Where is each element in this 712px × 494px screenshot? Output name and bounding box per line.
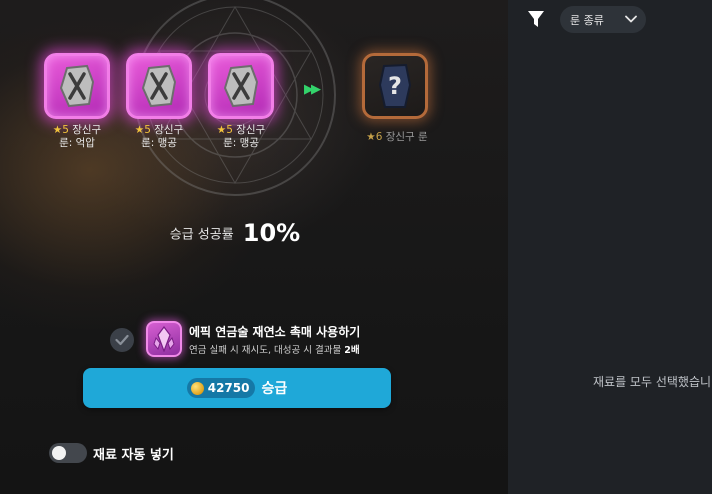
toggle-knob — [52, 446, 66, 460]
auto-fill-toggle[interactable] — [49, 443, 87, 463]
double-arrow-icon: ▶▶ — [304, 82, 321, 97]
success-rate-label: 승급 성공률 — [169, 227, 234, 243]
auto-fill-label: 재료 자동 넣기 — [93, 448, 174, 463]
material-slot-1[interactable] — [44, 53, 110, 119]
catalyst-desc-text: 연금 실패 시 재시도, 대성공 시 결과물 — [189, 345, 345, 356]
rune-name: 룬: 맹공 — [141, 137, 177, 149]
success-rate: 승급 성공률 10% — [0, 219, 470, 247]
catalyst-desc-multiplier: 2배 — [344, 345, 360, 356]
catalyst-description: 연금 실패 시 재시도, 대성공 시 결과물 2배 — [189, 342, 360, 356]
material-caption-2: ★5 장신구 룬: 맹공 — [124, 124, 194, 150]
result-slot: ? — [362, 53, 428, 119]
rune-stone-icon — [223, 64, 259, 108]
gold-coin-icon — [190, 381, 204, 395]
material-slot-3[interactable] — [208, 53, 274, 119]
material-caption-1: ★5 장신구 룬: 억압 — [42, 124, 112, 150]
star-rating: ★5 — [52, 124, 69, 136]
material-caption-3: ★5 장신구 룬: 맹공 — [206, 124, 276, 150]
star-rating: ★6 — [366, 131, 383, 143]
result-caption: ★6 장신구 룬 — [360, 131, 434, 144]
empty-state-message: 재료를 모두 선택했습니다 — [593, 375, 712, 389]
price-pill: 42750 — [186, 378, 256, 398]
right-panel-content: 재료를 모두 선택했습니다 — [508, 0, 712, 494]
result-rune-name: 장신구 룬 — [385, 131, 428, 143]
rune-stone-icon — [141, 64, 177, 108]
material-slot-2[interactable] — [126, 53, 192, 119]
star-rating: ★5 — [216, 124, 233, 136]
rune-category: 장신구 — [72, 124, 102, 136]
upgrade-button-label: 승급 — [261, 381, 288, 397]
rune-category: 장신구 — [236, 124, 266, 136]
rune-stone-icon — [59, 64, 95, 108]
upgrade-cost: 42750 — [207, 381, 250, 395]
crystal-icon — [153, 326, 175, 352]
star-rating: ★5 — [134, 124, 151, 136]
rune-name: 룬: 억압 — [59, 137, 95, 149]
check-icon — [115, 334, 129, 346]
success-rate-value: 10% — [242, 219, 301, 247]
svg-text:?: ? — [388, 72, 402, 100]
rune-name: 룬: 맹공 — [223, 137, 259, 149]
catalyst-item-icon — [146, 321, 182, 357]
catalyst-title: 에픽 연금술 재연소 촉매 사용하기 — [189, 325, 361, 339]
rune-category: 장신구 — [154, 124, 184, 136]
catalyst-checkbox[interactable] — [110, 328, 134, 352]
upgrade-button[interactable]: 42750 승급 — [83, 368, 391, 408]
unknown-rune-icon: ? — [378, 63, 412, 108]
